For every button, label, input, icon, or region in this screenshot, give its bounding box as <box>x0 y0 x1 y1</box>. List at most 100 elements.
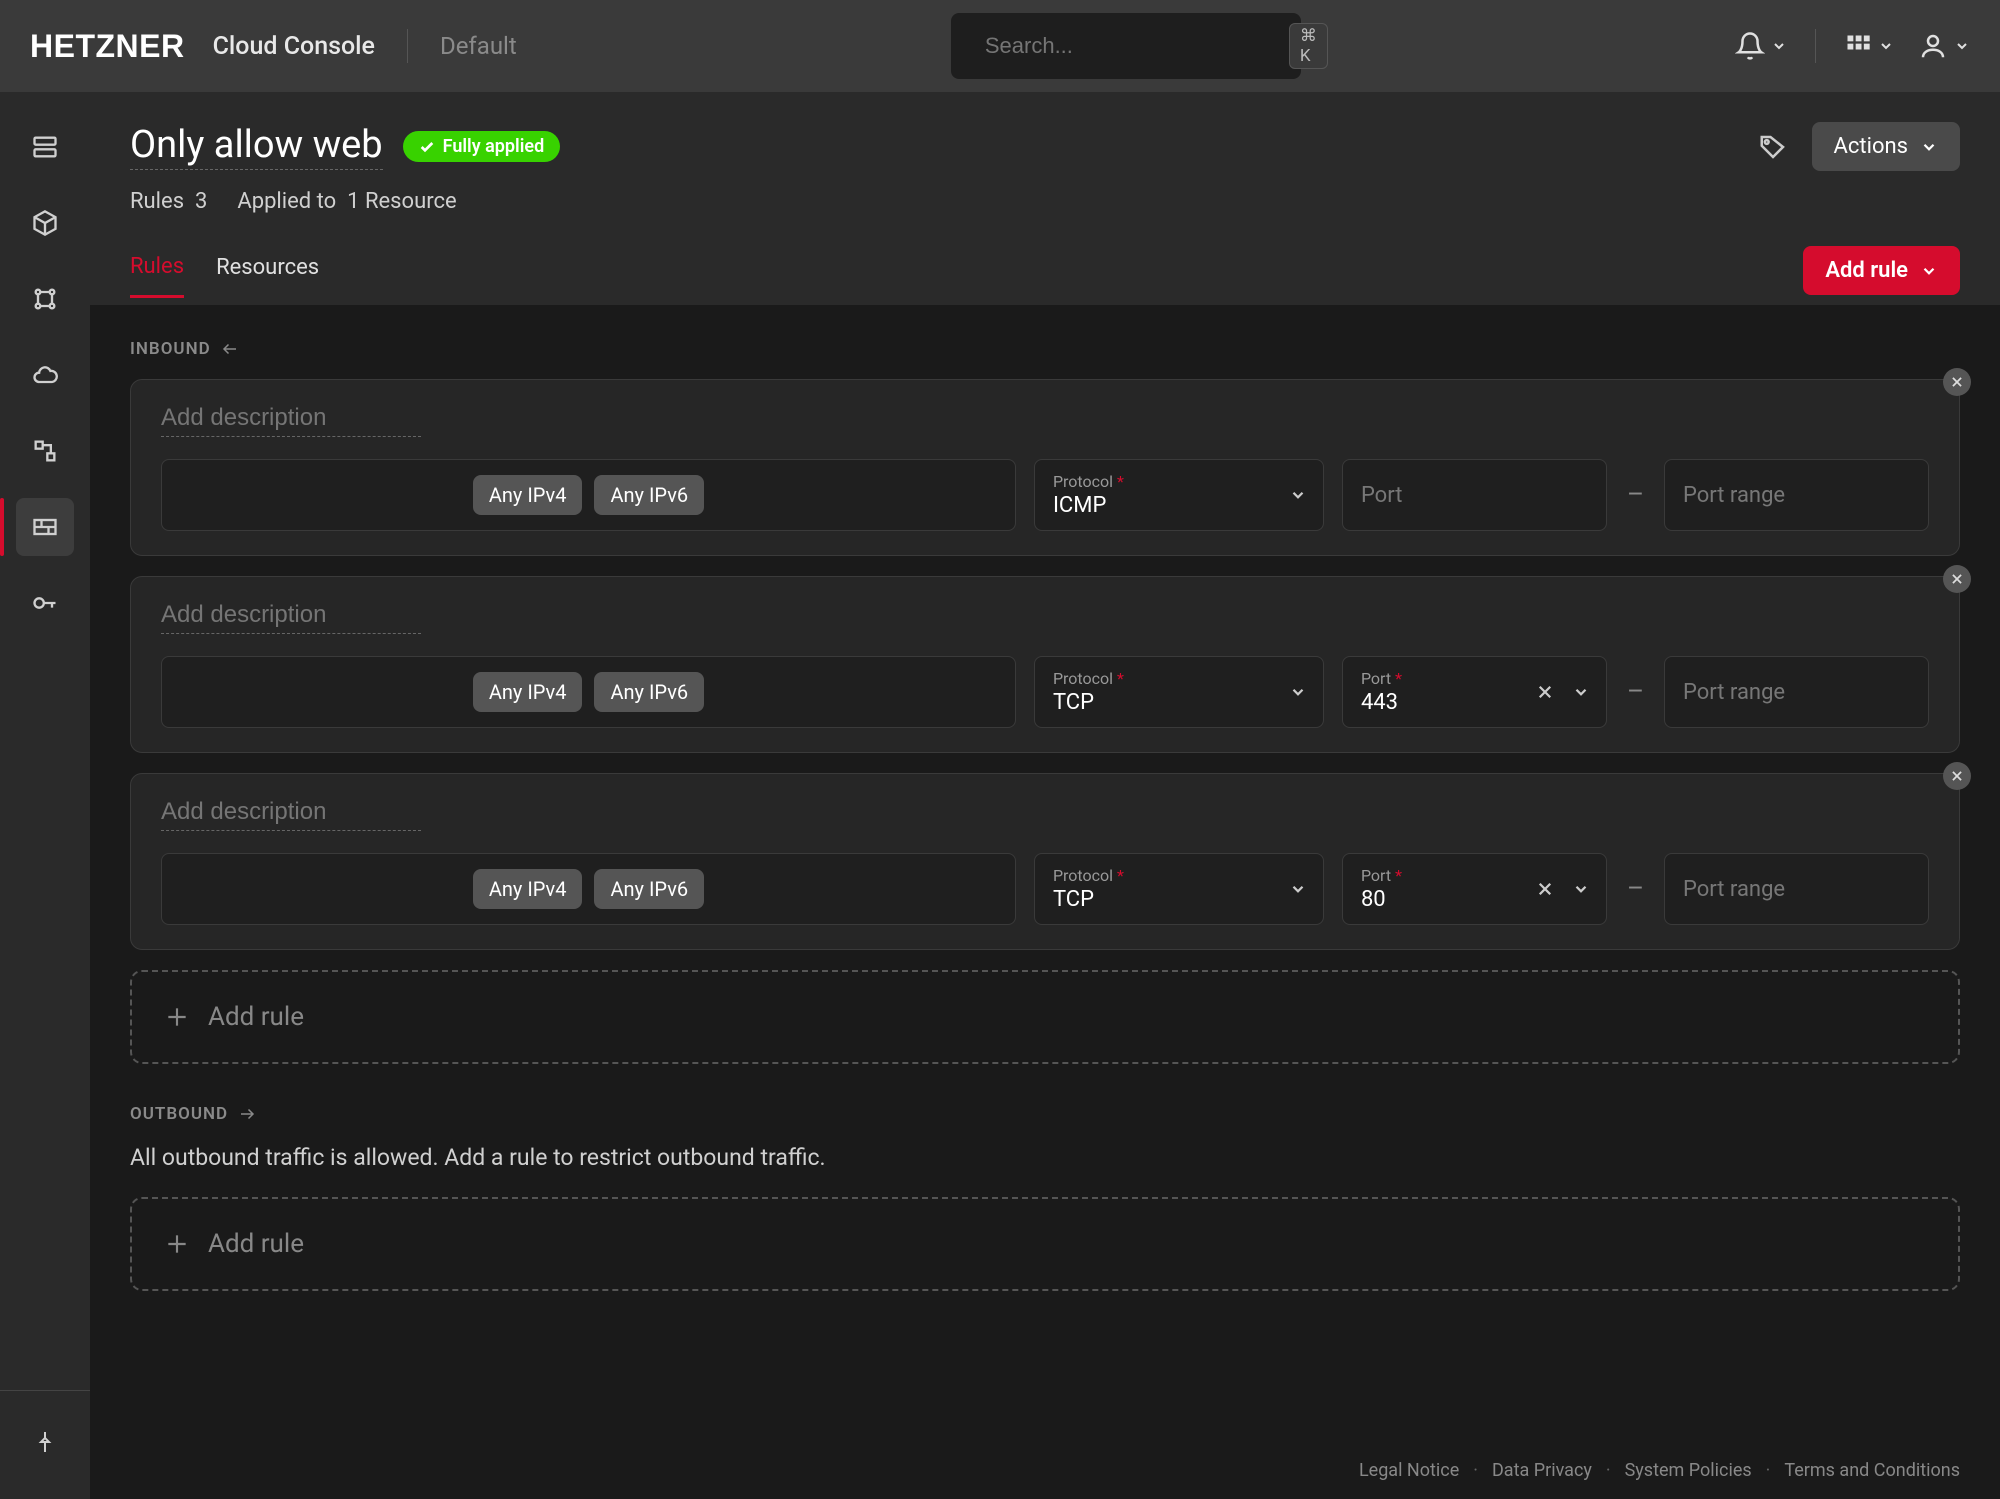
ip-chip[interactable]: Any IPv4 <box>473 672 583 712</box>
chevron-down-icon <box>1954 38 1970 54</box>
arrow-left-icon <box>221 340 239 358</box>
rule-portrange-field[interactable]: Port range <box>1664 853 1929 925</box>
sidebar-item-servers[interactable] <box>16 118 74 176</box>
chevron-down-icon <box>1289 880 1307 898</box>
bell-icon <box>1735 31 1765 61</box>
delete-rule-button[interactable] <box>1943 368 1971 396</box>
rule-card: Any IPv4 Any IPv6 Protocol * TCP Port * … <box>130 773 1960 950</box>
apps-button[interactable] <box>1844 32 1894 60</box>
search-box[interactable]: ⌘ K <box>951 13 1301 79</box>
dash: – <box>1625 853 1646 925</box>
add-rule-button[interactable]: Add rule <box>1803 246 1960 295</box>
tab-resources[interactable]: Resources <box>216 255 319 296</box>
notifications-button[interactable] <box>1735 31 1787 61</box>
sidebar-pin[interactable] <box>16 1413 74 1471</box>
dash: – <box>1625 459 1646 531</box>
outbound-note: All outbound traffic is allowed. Add a r… <box>130 1144 1960 1171</box>
divider <box>1815 29 1816 63</box>
sidebar-item-volumes[interactable] <box>16 194 74 252</box>
rule-ips-field[interactable]: Any IPv4 Any IPv6 <box>161 853 1016 925</box>
main: Only allow web Fully applied Actions Ru <box>90 92 2000 1499</box>
actions-label: Actions <box>1834 134 1908 159</box>
tag-button[interactable] <box>1758 132 1788 162</box>
page-title[interactable]: Only allow web <box>130 123 383 170</box>
key-icon <box>31 589 59 617</box>
divider <box>407 29 408 63</box>
rule-protocol-field[interactable]: Protocol * TCP <box>1034 656 1324 728</box>
arrow-right-icon <box>238 1105 256 1123</box>
chevron-down-icon <box>1920 262 1938 280</box>
clear-port[interactable] <box>1536 880 1554 898</box>
plus-icon <box>164 1231 190 1257</box>
plus-icon <box>164 1004 190 1030</box>
ip-chip[interactable]: Any IPv4 <box>473 475 583 515</box>
rule-portrange-field[interactable]: Port range <box>1664 459 1929 531</box>
rule-card: Any IPv4 Any IPv6 Protocol * TCP Port * … <box>130 576 1960 753</box>
footer-terms[interactable]: Terms and Conditions <box>1784 1460 1960 1481</box>
close-icon <box>1950 572 1964 586</box>
add-rule-label: Add rule <box>1825 258 1908 283</box>
rule-port-field[interactable]: Port <box>1342 459 1607 531</box>
rule-port-field[interactable]: Port * 443 <box>1342 656 1607 728</box>
search-input[interactable] <box>985 33 1273 59</box>
footer-legal[interactable]: Legal Notice <box>1359 1460 1459 1481</box>
ip-chip[interactable]: Any IPv6 <box>594 672 704 712</box>
rule-port-field[interactable]: Port * 80 <box>1342 853 1607 925</box>
chevron-down-icon <box>1771 38 1787 54</box>
outbound-section-label: OUTBOUND <box>130 1104 1960 1124</box>
delete-rule-button[interactable] <box>1943 762 1971 790</box>
add-outbound-rule[interactable]: Add rule <box>130 1197 1960 1291</box>
network-icon <box>31 437 59 465</box>
sidebar-item-security[interactable] <box>16 574 74 632</box>
loadbalancer-icon <box>31 285 59 313</box>
chevron-down-icon[interactable] <box>1572 880 1590 898</box>
rules-meta: Rules 3 <box>130 189 207 214</box>
add-inbound-rule[interactable]: Add rule <box>130 970 1960 1064</box>
rule-portrange-field[interactable]: Port range <box>1664 656 1929 728</box>
topbar: HETZNER Cloud Console Default ⌘ K <box>0 0 2000 92</box>
sidebar-item-networks[interactable] <box>16 422 74 480</box>
actions-button[interactable]: Actions <box>1812 122 1960 171</box>
ip-chip[interactable]: Any IPv6 <box>594 475 704 515</box>
rule-description-input[interactable] <box>161 601 421 634</box>
rule-card: Any IPv4 Any IPv6 Protocol * ICMP Port –… <box>130 379 1960 556</box>
user-icon <box>1918 31 1948 61</box>
cube-icon <box>31 209 59 237</box>
ip-chip[interactable]: Any IPv6 <box>594 869 704 909</box>
account-button[interactable] <box>1918 31 1970 61</box>
search-shortcut: ⌘ K <box>1289 23 1328 69</box>
status-badge: Fully applied <box>403 131 561 162</box>
chevron-down-icon <box>1289 486 1307 504</box>
status-badge-label: Fully applied <box>443 136 545 157</box>
chevron-down-icon <box>1920 138 1938 156</box>
rule-ips-field[interactable]: Any IPv4 Any IPv6 <box>161 459 1016 531</box>
sidebar-item-loadbalancers[interactable] <box>16 270 74 328</box>
delete-rule-button[interactable] <box>1943 565 1971 593</box>
rule-protocol-field[interactable]: Protocol * TCP <box>1034 853 1324 925</box>
close-icon <box>1950 375 1964 389</box>
logo: HETZNER <box>30 28 185 65</box>
tag-icon <box>1758 132 1788 162</box>
close-icon <box>1950 769 1964 783</box>
ip-chip[interactable]: Any IPv4 <box>473 869 583 909</box>
sidebar <box>0 92 90 1499</box>
clear-port[interactable] <box>1536 683 1554 701</box>
rule-description-input[interactable] <box>161 798 421 831</box>
inbound-section-label: INBOUND <box>130 339 1960 359</box>
rule-protocol-field[interactable]: Protocol * ICMP <box>1034 459 1324 531</box>
check-icon <box>419 139 435 155</box>
footer-policies[interactable]: System Policies <box>1625 1460 1752 1481</box>
applied-meta: Applied to 1 Resource <box>237 189 456 214</box>
sidebar-item-firewalls[interactable] <box>16 498 74 556</box>
rule-description-input[interactable] <box>161 404 421 437</box>
firewall-icon <box>31 513 59 541</box>
chevron-down-icon <box>1289 683 1307 701</box>
server-icon <box>31 133 59 161</box>
sidebar-item-floatingips[interactable] <box>16 346 74 404</box>
rule-ips-field[interactable]: Any IPv4 Any IPv6 <box>161 656 1016 728</box>
chevron-down-icon[interactable] <box>1572 683 1590 701</box>
pin-icon <box>33 1430 57 1454</box>
footer-privacy[interactable]: Data Privacy <box>1492 1460 1592 1481</box>
project-selector[interactable]: Default <box>440 32 517 60</box>
tab-rules[interactable]: Rules <box>130 254 184 298</box>
